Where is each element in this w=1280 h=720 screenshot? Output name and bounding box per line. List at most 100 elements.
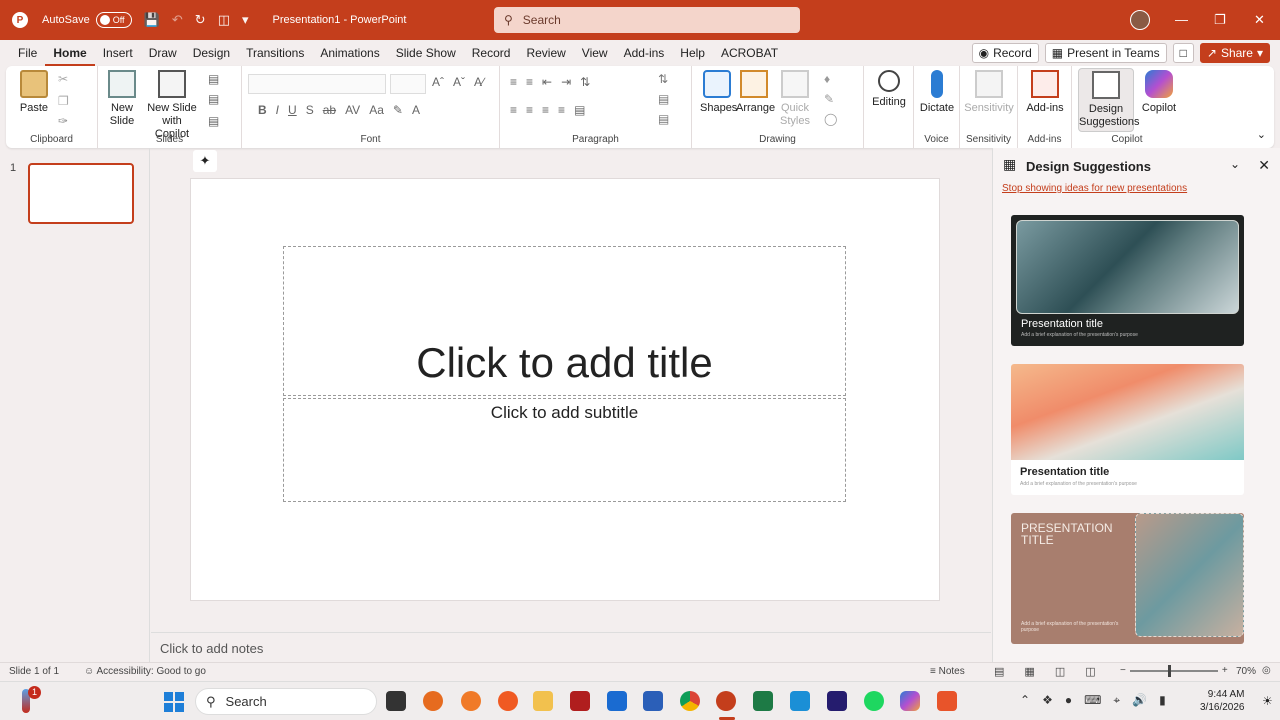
columns-icon[interactable]: ▤ [574, 103, 585, 117]
wifi-icon[interactable]: ⌖ [1113, 693, 1120, 708]
underline-icon[interactable]: U [288, 103, 297, 117]
section-icon[interactable]: ▤ [208, 114, 219, 128]
reading-view-icon[interactable]: ◫ [1055, 665, 1065, 678]
quick-styles-button[interactable]: Quick Styles [778, 70, 812, 128]
format-painter-icon[interactable]: ✑ [58, 114, 68, 128]
shadow-icon[interactable]: S [306, 103, 314, 117]
align-center-icon[interactable]: ≡ [526, 103, 533, 117]
slide-sorter-icon[interactable]: ▦ [1024, 665, 1034, 678]
line-spacing-icon[interactable]: ⇅ [580, 75, 590, 89]
present-icon[interactable]: ◫ [218, 12, 230, 28]
firefox-alt-icon[interactable] [461, 691, 481, 711]
present-in-teams-button[interactable]: ▦ Present in Teams [1044, 43, 1167, 63]
subtitle-placeholder[interactable]: Click to add subtitle [283, 398, 846, 502]
chrome-icon[interactable] [680, 691, 700, 711]
strikethrough-icon[interactable]: ab [323, 103, 336, 117]
design-card-2[interactable]: Presentation title Add a brief explanati… [1011, 364, 1244, 495]
tab-home[interactable]: Home [45, 40, 95, 66]
increase-indent-icon[interactable]: ⇥ [561, 75, 571, 89]
outlook-icon[interactable] [607, 691, 627, 711]
notes-pane[interactable]: Click to add notes [151, 632, 991, 662]
share-button[interactable]: ↗ Share ▾ [1199, 43, 1270, 63]
cut-icon[interactable]: ✂ [58, 72, 68, 86]
stop-showing-ideas-link[interactable]: Stop showing ideas for new presentations [1002, 183, 1187, 194]
search-box[interactable]: ⚲ Search [494, 7, 800, 33]
sensitivity-button[interactable]: Sensitivity [962, 70, 1016, 115]
snipping-tool-icon[interactable] [790, 691, 810, 711]
slideshow-icon[interactable]: ◫ [1085, 665, 1095, 678]
italic-icon[interactable]: I [276, 103, 279, 117]
minimize-icon[interactable]: — [1175, 12, 1188, 27]
tab-file[interactable]: File [10, 40, 45, 66]
dropbox-icon[interactable]: ❖ [1042, 693, 1053, 708]
tab-record[interactable]: Record [464, 40, 519, 66]
chevron-down-icon[interactable]: ⌄ [1230, 157, 1240, 171]
record-button[interactable]: ◉ Record [971, 43, 1039, 63]
character-spacing-icon[interactable]: AV [345, 103, 360, 117]
battery-icon[interactable]: ▮ [1159, 693, 1166, 708]
copilot-app-icon[interactable] [900, 691, 920, 711]
collapse-ribbon-icon[interactable]: ⌄ [1257, 128, 1266, 141]
normal-view-icon[interactable]: ▤ [994, 665, 1004, 678]
dictate-button[interactable]: Dictate [918, 70, 956, 115]
comments-button[interactable]: □ [1172, 43, 1194, 63]
tab-insert[interactable]: Insert [95, 40, 141, 66]
slide-thumbnail[interactable] [28, 163, 134, 224]
font-color-icon[interactable]: A [412, 103, 420, 117]
shape-fill-icon[interactable]: ♦ [824, 72, 830, 86]
title-placeholder[interactable]: Click to add title [283, 246, 846, 396]
shapes-button[interactable]: Shapes [700, 70, 737, 115]
notes-button[interactable]: ≡ Notes [930, 666, 965, 677]
app-icon[interactable] [937, 691, 957, 711]
user-avatar[interactable] [1130, 10, 1150, 30]
new-slide-button[interactable]: New Slide [104, 70, 140, 128]
tab-animations[interactable]: Animations [312, 40, 387, 66]
clear-formatting-icon[interactable]: A∕ [474, 75, 484, 89]
bold-icon[interactable]: B [258, 103, 267, 117]
firefox-icon[interactable] [423, 691, 443, 711]
volume-icon[interactable]: 🔊 [1132, 693, 1147, 708]
word-icon[interactable] [643, 691, 663, 711]
tab-acrobat[interactable]: ACROBAT [713, 40, 786, 66]
tab-design[interactable]: Design [185, 40, 238, 66]
design-suggestions-button[interactable]: Design Suggestions [1078, 68, 1140, 132]
chevron-up-icon[interactable]: ⌃ [1020, 693, 1030, 708]
amazon-music-icon[interactable] [827, 691, 847, 711]
accessibility-status[interactable]: ☺ Accessibility: Good to go [84, 666, 206, 677]
spotify-icon[interactable] [864, 691, 884, 711]
tab-draw[interactable]: Draw [141, 40, 185, 66]
tab-add-ins[interactable]: Add-ins [616, 40, 673, 66]
close-pane-icon[interactable]: ✕ [1258, 157, 1270, 174]
add-ins-button[interactable]: Add-ins [1026, 70, 1064, 115]
undo-icon[interactable]: ↶ [172, 12, 183, 28]
duckduckgo-icon[interactable] [498, 691, 518, 711]
zoom-slider[interactable] [1129, 664, 1218, 677]
notifications-icon[interactable]: ☀ [1262, 694, 1273, 708]
save-icon[interactable]: 💾 [144, 12, 160, 28]
smartart-icon[interactable]: ▤ [658, 112, 669, 126]
shrink-font-icon[interactable]: Aˇ [453, 75, 465, 89]
arrange-button[interactable]: Arrange [736, 70, 775, 115]
new-slide-with-copilot-button[interactable]: New Slide with Copilot [144, 70, 200, 141]
fit-to-window-icon[interactable]: ◎ [1262, 665, 1271, 676]
zoom-out-icon[interactable]: − [1120, 665, 1126, 676]
slide-canvas[interactable]: Click to add title Click to add subtitle [191, 179, 939, 600]
autosave-toggle[interactable]: Off [95, 12, 132, 28]
copy-icon[interactable]: ❐ [58, 94, 69, 108]
tab-view[interactable]: View [574, 40, 616, 66]
close-icon[interactable]: ✕ [1254, 12, 1265, 28]
shape-effects-icon[interactable]: ◯ [824, 112, 837, 126]
file-explorer-icon[interactable] [533, 691, 553, 711]
tab-review[interactable]: Review [518, 40, 573, 66]
paste-button[interactable]: Paste [18, 70, 50, 115]
highlight-icon[interactable]: ✎ [393, 103, 403, 117]
copilot-button[interactable]: Copilot [1138, 70, 1180, 115]
decrease-indent-icon[interactable]: ⇤ [542, 75, 552, 89]
tab-slide-show[interactable]: Slide Show [388, 40, 464, 66]
redo-icon[interactable]: ↻ [195, 12, 206, 28]
powerpoint-taskbar-icon[interactable] [716, 691, 736, 711]
maximize-icon[interactable]: ❐ [1214, 12, 1226, 28]
align-right-icon[interactable]: ≡ [542, 103, 549, 117]
grow-font-icon[interactable]: Aˆ [432, 75, 444, 89]
layout-icon[interactable]: ▤ [208, 72, 219, 86]
